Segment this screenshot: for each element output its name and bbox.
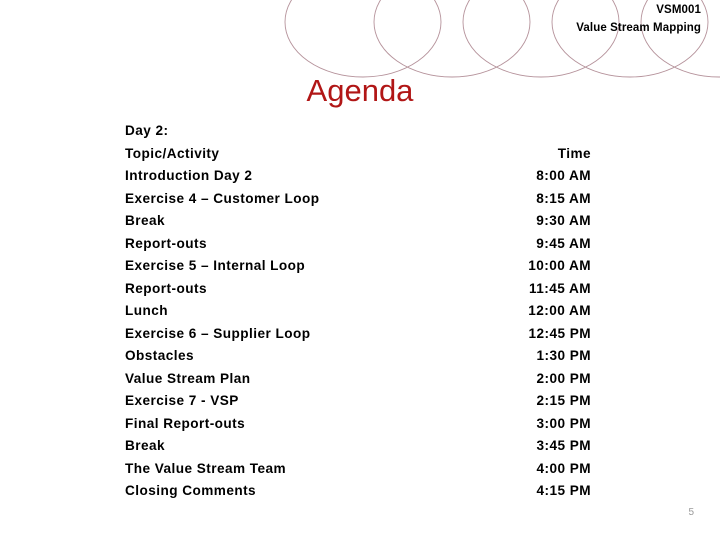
agenda-activity: Introduction Day 2: [125, 168, 253, 184]
agenda-table: Day 2: Topic/Activity Time Introduction Day…: [125, 120, 591, 503]
agenda-activity: Day 2:: [125, 123, 169, 138]
agenda-time: Time: [557, 145, 591, 161]
agenda-activity: Exercise 5 – Internal Loop: [125, 258, 306, 274]
agenda-row: Exercise 6 – Supplier Loop 12:45 PM: [125, 323, 591, 346]
agenda-row: Obstacles 1:30 PM: [125, 345, 591, 368]
agenda-activity: The Value Stream Team: [125, 460, 287, 476]
agenda-activity: Break: [125, 438, 166, 454]
agenda-activity: Topic/Activity: [125, 145, 220, 161]
agenda-row: Exercise 7 - VSP 2:15 PM: [125, 390, 591, 413]
agenda-row: Break 3:45 PM: [125, 435, 591, 458]
agenda-row: Report-outs 11:45 AM: [125, 278, 591, 301]
agenda-time: 10:00 AM: [528, 258, 591, 274]
course-code: VSM001: [656, 4, 701, 16]
agenda-activity: Lunch: [125, 303, 169, 319]
decorative-circle-2: [373, 0, 531, 78]
agenda-row: Closing Comments 4:15 PM: [125, 480, 591, 503]
course-title: Value Stream Mapping: [576, 22, 701, 35]
agenda-activity: Value Stream Plan: [125, 370, 251, 386]
agenda-activity: Exercise 7 - VSP: [125, 393, 239, 409]
agenda-time: 11:45 AM: [528, 280, 591, 296]
agenda-activity: Break: [125, 213, 166, 229]
header-block: VSM001 Value Stream Mapping: [576, 3, 701, 36]
slide-canvas: VSM001 Value Stream Mapping Agenda Day 2…: [0, 0, 720, 540]
agenda-row: The Value Stream Team 4:00 PM: [125, 458, 591, 481]
agenda-time: 8:15 AM: [536, 190, 591, 206]
agenda-activity: Closing Comments: [125, 483, 257, 499]
agenda-time: 3:00 PM: [536, 415, 591, 431]
agenda-row: Report-outs 9:45 AM: [125, 233, 591, 256]
agenda-row: Final Report-outs 3:00 PM: [125, 413, 591, 436]
agenda-time: 4:15 PM: [536, 483, 591, 499]
agenda-row: Break 9:30 AM: [125, 210, 591, 233]
agenda-row: Value Stream Plan 2:00 PM: [125, 368, 591, 391]
page-title: Agenda: [306, 73, 414, 108]
agenda-activity: Exercise 4 – Customer Loop: [125, 190, 320, 206]
agenda-time: 4:00 PM: [536, 460, 591, 476]
agenda-activity: Report-outs: [125, 280, 207, 296]
agenda-activity: Report-outs: [125, 235, 207, 251]
agenda-row: Introduction Day 2 8:00 AM: [125, 165, 591, 188]
agenda-time: 2:00 PM: [536, 370, 591, 386]
page-number: 5: [688, 507, 694, 518]
agenda-time: 12:00 AM: [528, 303, 591, 319]
agenda-time: 9:45 AM: [536, 235, 591, 251]
agenda-row: Exercise 4 – Customer Loop 8:15 AM: [125, 188, 591, 211]
agenda-activity: Exercise 6 – Supplier Loop: [125, 325, 311, 341]
decorative-circle-1: [284, 0, 442, 78]
agenda-row: Exercise 5 – Internal Loop 10:00 AM: [125, 255, 591, 278]
agenda-time: 8:00 AM: [536, 168, 591, 184]
agenda-row: Topic/Activity Time: [125, 143, 591, 166]
agenda-activity: Final Report-outs: [125, 415, 246, 431]
agenda-row: Lunch 12:00 AM: [125, 300, 591, 323]
agenda-time: 3:45 PM: [536, 438, 591, 454]
agenda-activity: Obstacles: [125, 348, 195, 364]
agenda-time: 1:30 PM: [536, 348, 591, 364]
agenda-time: 2:15 PM: [536, 393, 591, 409]
agenda-row: Day 2:: [125, 120, 591, 143]
agenda-time: 9:30 AM: [536, 213, 591, 229]
agenda-time: 12:45 PM: [528, 325, 591, 341]
